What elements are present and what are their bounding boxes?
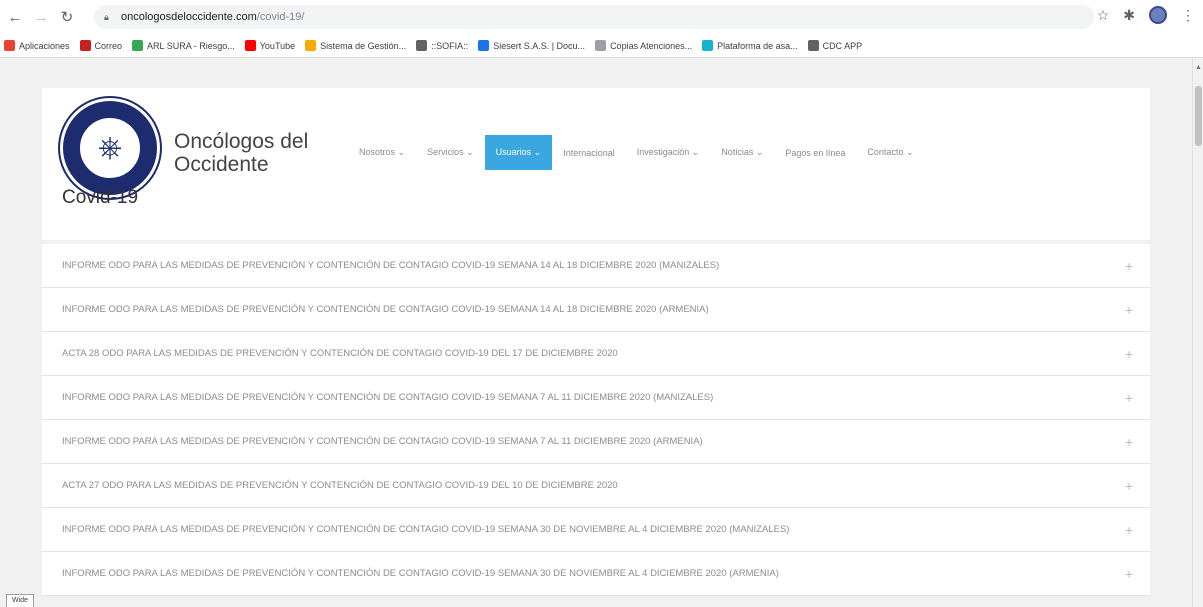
bookmark-item[interactable]: YouTube <box>244 40 296 51</box>
expand-plus-icon[interactable]: + <box>1125 566 1133 582</box>
accordion-row[interactable]: INFORME ODO PARA LAS MEDIDAS DE PREVENCI… <box>42 552 1150 596</box>
url-host: oncologosdeloccidente.com <box>121 11 257 23</box>
accordion-row[interactable]: INFORME ODO PARA LAS MEDIDAS DE PREVENCI… <box>42 244 1150 288</box>
scrollbar[interactable]: ▲ <box>1192 58 1203 607</box>
site-logo[interactable]: ⎈ <box>60 98 160 198</box>
site-title[interactable]: Oncólogos del Occidente <box>174 130 344 176</box>
menu-item[interactable]: Investigación ⌄ <box>626 135 711 170</box>
main-menu: Nosotros ⌄ Servicios ⌄ Usuarios ⌄ Internaci… <box>348 135 925 170</box>
accordion-row-title: INFORME ODO PARA LAS MEDIDAS DE PREVENCI… <box>62 568 779 579</box>
back-icon[interactable]: ← <box>4 6 26 28</box>
accordion-row-title: INFORME ODO PARA LAS MEDIDAS DE PREVENCI… <box>62 436 703 447</box>
expand-plus-icon[interactable]: + <box>1125 302 1133 318</box>
bookmark-favicon-icon <box>244 40 256 51</box>
accordion-row-title: INFORME ODO PARA LAS MEDIDAS DE PREVENCI… <box>62 524 790 535</box>
bookmark-favicon-icon <box>4 40 15 51</box>
expand-plus-icon[interactable]: + <box>1125 390 1133 406</box>
accordion-row[interactable]: INFORME ODO PARA LAS MEDIDAS DE PREVENCI… <box>42 288 1150 332</box>
status-tooltip: Wide <box>6 594 34 607</box>
browser-toolbar: ← → ↻ 🔒︎ oncologosdeloccidente.com /covi… <box>0 0 1203 34</box>
page-title: Covid-19 <box>62 187 139 208</box>
scroll-thumb[interactable] <box>1195 86 1202 146</box>
menu-item[interactable]: Contacto ⌄ <box>856 135 924 170</box>
bookmark-label: ARL SURA - Riesgo... <box>147 40 235 51</box>
address-bar[interactable]: 🔒︎ oncologosdeloccidente.com /covid-19/ <box>94 5 1094 29</box>
bookmark-label: Correo <box>94 40 123 51</box>
menu-item[interactable]: Pagos en línea <box>774 136 856 170</box>
bookmark-item[interactable]: Plataforma de asa... <box>702 40 798 51</box>
reload-icon[interactable]: ↻ <box>56 6 78 28</box>
url-path: /covid-19/ <box>256 11 305 23</box>
bookmark-item[interactable]: CDC APP <box>807 40 863 51</box>
menu-item[interactable]: Internacional <box>552 136 626 170</box>
bookmark-item[interactable]: Copias Atenciones... <box>595 40 692 51</box>
accordion-row[interactable]: INFORME ODO PARA LAS MEDIDAS DE PREVENCI… <box>42 508 1150 552</box>
bookmark-label: ::SOFIA:: <box>431 40 469 51</box>
bookmark-favicon-icon <box>478 40 490 51</box>
accordion-row-title: INFORME ODO PARA LAS MEDIDAS DE PREVENCI… <box>62 260 720 271</box>
bookmark-item[interactable]: Siesert S.A.S. | Docu... <box>478 40 585 51</box>
menu-item[interactable]: Nosotros ⌄ <box>348 135 416 170</box>
accordion-row-title: ACTA 28 ODO PARA LAS MEDIDAS DE PREVENCI… <box>62 348 618 359</box>
scroll-up-icon[interactable]: ▲ <box>1195 64 1202 71</box>
bookmark-label: Plataforma de asa... <box>717 40 798 51</box>
bookmark-label: Copias Atenciones... <box>610 40 693 51</box>
bookmark-label: YouTube <box>259 40 296 51</box>
site-header: ⎈ Oncólogos del Occidente Nosotros ⌄ Serv… <box>42 88 1150 240</box>
accordion-row[interactable]: ACTA 28 ODO PARA LAS MEDIDAS DE PREVENCI… <box>42 332 1150 376</box>
forward-icon[interactable]: → <box>30 6 52 28</box>
star-icon[interactable]: ☆ <box>1097 7 1110 24</box>
bookmark-label: Aplicaciones <box>19 40 70 51</box>
bookmark-favicon-icon <box>416 40 428 51</box>
expand-plus-icon[interactable]: + <box>1125 258 1133 274</box>
accordion-row[interactable]: INFORME ODO PARA LAS MEDIDAS DE PREVENCI… <box>42 420 1150 464</box>
expand-plus-icon[interactable]: + <box>1125 346 1133 362</box>
bookmark-favicon-icon <box>305 40 317 51</box>
menu-item[interactable]: Servicios ⌄ <box>416 135 485 170</box>
accordion-row-title: INFORME ODO PARA LAS MEDIDAS DE PREVENCI… <box>62 304 709 315</box>
accordion-list: INFORME ODO PARA LAS MEDIDAS DE PREVENCI… <box>42 244 1150 596</box>
accordion-row[interactable]: INFORME ODO PARA LAS MEDIDAS DE PREVENCI… <box>42 376 1150 420</box>
accordion-row[interactable]: ACTA 27 ODO PARA LAS MEDIDAS DE PREVENCI… <box>42 464 1150 508</box>
bookmark-item[interactable]: ARL SURA - Riesgo... <box>132 40 235 51</box>
bookmark-item[interactable]: Aplicaciones <box>4 40 70 51</box>
lock-icon: 🔒︎ <box>104 12 109 22</box>
bookmark-label: CDC APP <box>822 40 863 51</box>
expand-plus-icon[interactable]: + <box>1125 522 1133 538</box>
expand-plus-icon[interactable]: + <box>1125 434 1133 450</box>
wheel-icon: ⎈ <box>78 116 142 180</box>
bookmark-label: Sistema de Gestión... <box>320 40 407 51</box>
bookmark-label: Siesert S.A.S. | Docu... <box>493 40 586 51</box>
profile-avatar[interactable] <box>1149 6 1167 24</box>
bookmark-favicon-icon <box>132 40 144 51</box>
bookmark-item[interactable]: Correo <box>79 40 123 51</box>
extension-icon[interactable]: ✱ <box>1123 7 1135 24</box>
expand-plus-icon[interactable]: + <box>1125 478 1133 494</box>
bookmark-favicon-icon <box>702 40 714 51</box>
menu-item[interactable]: Noticias ⌄ <box>710 135 774 170</box>
bookmark-item[interactable]: Sistema de Gestión... <box>305 40 406 51</box>
bookmark-item[interactable]: ::SOFIA:: <box>416 40 468 51</box>
accordion-row-title: INFORME ODO PARA LAS MEDIDAS DE PREVENCI… <box>62 392 714 403</box>
menu-icon[interactable]: ⋮ <box>1181 7 1195 24</box>
bookmark-favicon-icon <box>79 40 91 51</box>
bookmarks-bar: Aplicaciones Correo ARL SURA - Riesgo... Yo… <box>0 34 1203 58</box>
bookmark-favicon-icon <box>595 40 607 51</box>
menu-item[interactable]: Usuarios ⌄ <box>484 135 553 170</box>
accordion-row-title: ACTA 27 ODO PARA LAS MEDIDAS DE PREVENCI… <box>62 480 618 491</box>
bookmark-favicon-icon <box>807 40 819 51</box>
